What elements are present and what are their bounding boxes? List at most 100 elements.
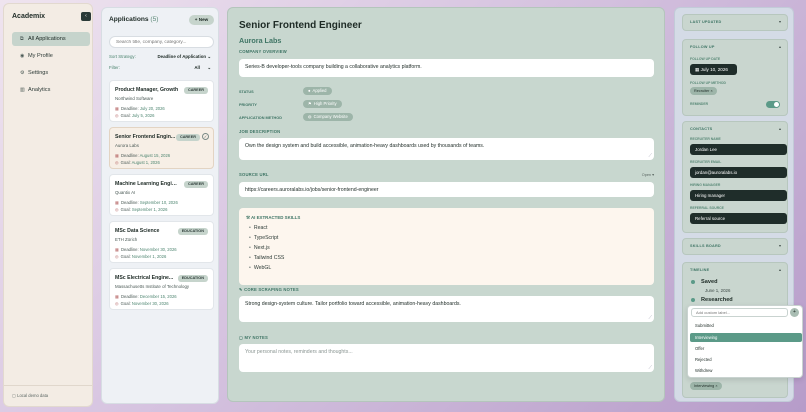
card-title: Machine Learning Engineer	[115, 181, 179, 187]
dropdown-option-highlighted[interactable]: Interviewing	[690, 333, 802, 342]
card-org: Aurora Labs	[115, 143, 139, 148]
follow-up-heading: FOLLOW UP	[690, 45, 715, 49]
skill-text: Next.js	[253, 245, 270, 251]
sort-value-text: Deadline of Application	[157, 54, 207, 59]
job-description-field[interactable]: Own the design system and build accessib…	[239, 138, 654, 160]
app-brand: Academix	[12, 13, 46, 20]
follow-up-date-input[interactable]: ▦ July 10, 2026	[690, 64, 737, 75]
status-pill[interactable]: ● Applied	[303, 87, 332, 95]
goal-line: ◎ Goal: September 1, 2026	[115, 207, 167, 212]
job-title[interactable]: Senior Frontend Engineer	[239, 20, 362, 31]
timeline-dot-icon	[691, 279, 695, 284]
my-notes-field[interactable]: Your personal notes, reminders and thoug…	[239, 344, 654, 372]
new-application-button[interactable]: + New	[189, 15, 214, 25]
dropdown-option[interactable]: Offer	[690, 344, 802, 353]
resize-handle-icon[interactable]: ⟋	[648, 153, 652, 159]
deadline-value: November 30, 2026	[139, 247, 177, 252]
skills-board-section[interactable]: SKILLS BOARD ▾	[682, 238, 788, 255]
application-detail: Senior Frontend Engineer Aurora Labs COM…	[227, 7, 665, 402]
application-card[interactable]: MSc Electrical Engine... EDUCATION Massa…	[109, 268, 214, 310]
goal-line: ◎ Goal: November 30, 2026	[115, 301, 169, 306]
sort-value: Deadline of Application ⌄	[157, 54, 211, 59]
priority-pill[interactable]: ⚑ High Priority	[303, 100, 342, 108]
timeline-item-label: Saved	[701, 279, 718, 285]
globe-icon: ◍	[308, 114, 312, 119]
timeline-item-label: Researched	[701, 297, 733, 303]
dropdown-option[interactable]: Withdrew	[690, 366, 802, 375]
category-badge: CAREER	[175, 134, 200, 141]
skill-item: • Tailwind CSS	[249, 255, 285, 261]
goal-line: ◎ Goal: August 1, 2026	[115, 160, 160, 165]
source-url-field[interactable]: https://careers.auroralabs.io/jobs/senio…	[239, 182, 654, 197]
deadline-line: ▦ Deadline: September 10, 2026	[115, 200, 178, 205]
collapse-sidebar-button[interactable]: ‹	[81, 12, 91, 21]
close-icon[interactable]: ×	[715, 384, 717, 388]
goal-line: ◎ Goal: November 1, 2026	[115, 254, 166, 259]
resize-handle-icon[interactable]: ⟋	[648, 315, 652, 321]
last-updated-heading: LAST UPDATED	[690, 20, 722, 24]
search-input[interactable]	[109, 36, 214, 48]
company-overview-field[interactable]: Series-B developer-tools company buildin…	[239, 59, 654, 77]
company-name[interactable]: Aurora Labs	[239, 36, 281, 45]
application-card[interactable]: Product Manager, Growth CAREER Northwind…	[109, 80, 214, 122]
status-label-dropdown: + Submitted Interviewing Offer Rejected …	[687, 305, 803, 378]
calendar-icon: ▦	[695, 67, 700, 72]
chevron-up-icon[interactable]: ▴	[779, 126, 781, 131]
method-pill[interactable]: ◍ Company Website	[303, 113, 353, 121]
target-icon: ◎	[115, 113, 119, 118]
status-tag[interactable]: Interviewing ×	[690, 382, 722, 390]
selected-check-icon[interactable]: ✓	[202, 133, 209, 140]
contacts-heading: CONTACTS	[690, 127, 713, 131]
deadline-value: September 10, 2026	[139, 200, 178, 205]
chevron-down-icon[interactable]: ▾	[779, 243, 781, 248]
deadline-line: ▦ Deadline: December 15, 2026	[115, 294, 177, 299]
deadline-label: Deadline:	[120, 247, 139, 252]
application-card-selected[interactable]: Senior Frontend Engin... CAREER ✓ Aurora…	[109, 127, 214, 169]
referral-source-label: REFERRAL SOURCE	[690, 206, 724, 210]
my-notes-label-text: MY NOTES	[244, 335, 268, 340]
timeline-item: Saved	[691, 279, 717, 285]
priority-label: PRIORITY	[239, 103, 257, 107]
resize-handle-icon[interactable]: ⟋	[648, 365, 652, 371]
card-title: MSc Data Science	[115, 228, 160, 234]
chevron-down-icon[interactable]: ▾	[779, 19, 781, 24]
chevron-up-icon[interactable]: ▴	[779, 44, 781, 49]
hiring-manager-input[interactable]: Hiring manager	[690, 190, 787, 201]
chevron-up-icon[interactable]: ▴	[779, 267, 781, 272]
filter-select[interactable]: Filter: All ⌄	[109, 65, 214, 70]
data-source-note: ▢ Local demo data	[12, 393, 49, 398]
pin-icon: ✎	[239, 287, 243, 292]
source-open-toggle[interactable]: Open ▾	[642, 172, 654, 177]
filter-label: Filter:	[109, 65, 120, 70]
goal-value: August 1, 2026	[131, 160, 160, 165]
scraping-notes-field[interactable]: Strong design-system culture. Tailor por…	[239, 296, 654, 322]
sidebar-divider	[4, 385, 92, 386]
last-updated-section[interactable]: LAST UPDATED ▾	[682, 14, 788, 31]
nav-settings[interactable]: ⚙ Settings	[12, 66, 90, 80]
follow-up-method-tag[interactable]: Recruiter ×	[690, 87, 717, 95]
hiring-manager-label: HIRING MANAGER	[690, 183, 721, 187]
dropdown-option[interactable]: Rejected	[690, 355, 802, 364]
application-card[interactable]: Machine Learning Engineer CAREER Quantix…	[109, 174, 214, 216]
target-icon: ◎	[115, 301, 119, 306]
nav-my-profile[interactable]: ◉ My Profile	[12, 49, 90, 63]
category-badge: EDUCATION	[177, 275, 208, 282]
nav-analytics[interactable]: ▥ Analytics	[12, 83, 90, 97]
nav-label: Settings	[28, 70, 49, 76]
referral-source-input[interactable]: Referral source	[690, 213, 787, 224]
application-card[interactable]: MSc Data Science EDUCATION ETH Zürich ▦ D…	[109, 221, 214, 263]
title-text: Applications	[109, 16, 149, 23]
sort-select[interactable]: Sort Strategy: Deadline of Application ⌄	[109, 54, 214, 59]
close-icon[interactable]: ×	[710, 89, 712, 93]
nav-all-applications[interactable]: ⧉ All Applications	[12, 32, 90, 46]
my-notes-placeholder: Your personal notes, reminders and thoug…	[245, 349, 353, 355]
recruiter-name-input[interactable]: Jordan Lee	[690, 144, 787, 155]
dropdown-option[interactable]: Submitted	[690, 321, 802, 330]
recruiter-email-input[interactable]: jordan@auroralabs.io	[690, 167, 787, 178]
target-icon: ◎	[115, 160, 119, 165]
custom-label-input[interactable]	[691, 308, 788, 317]
calendar-icon: ▦	[115, 294, 119, 299]
deadline-label: Deadline:	[120, 153, 139, 158]
add-icon[interactable]: +	[790, 308, 799, 317]
reminder-toggle[interactable]	[766, 101, 780, 108]
